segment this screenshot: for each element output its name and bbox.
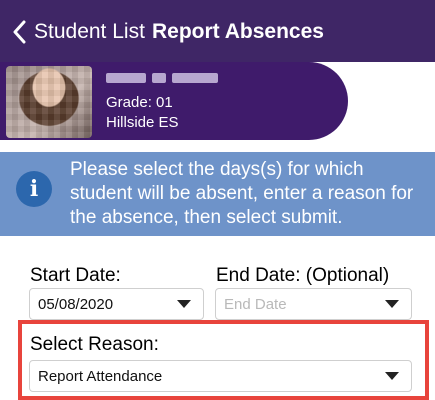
start-date-value: 05/08/2020 [38,295,114,313]
chevron-down-icon [385,300,399,308]
end-date-select[interactable]: End Date [215,288,412,320]
student-avatar [6,66,92,138]
student-name-redacted [106,70,232,86]
chevron-left-icon [13,20,26,44]
end-date-label: End Date: (Optional) [216,265,390,286]
student-card: Grade: 01 Hillside ES [0,62,348,140]
nav-bar: Student List Report Absences [0,0,435,62]
start-date-select[interactable]: 05/08/2020 [29,288,204,320]
back-button[interactable]: Student List [12,18,145,46]
back-label: Student List [34,20,145,43]
end-date-placeholder: End Date [224,295,287,313]
page-title: Report Absences [152,20,324,43]
avatar-pixelation [6,66,92,138]
instruction-text: Please select the days(s) for which stud… [70,159,414,228]
instruction-banner: i Please select the days(s) for which st… [0,152,435,236]
reason-highlight-box [18,320,429,400]
student-school: Hillside ES [106,114,179,131]
student-grade: Grade: 01 [106,94,173,111]
chevron-down-icon [177,300,191,308]
info-icon: i [16,171,52,207]
start-date-label: Start Date: [30,265,121,286]
